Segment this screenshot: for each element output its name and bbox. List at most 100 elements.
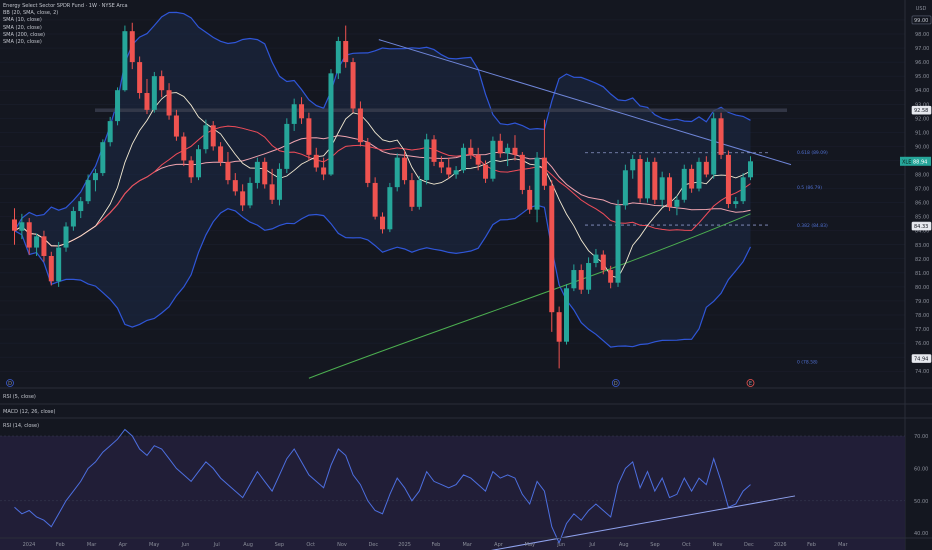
candle-body [630, 159, 636, 171]
candle-body [681, 168, 687, 200]
candle-body [247, 182, 253, 206]
time-tick-label: 2024 [23, 542, 36, 548]
price-tick-label: 81.00 [915, 271, 929, 277]
candle-body [26, 222, 32, 248]
candle-body [541, 157, 547, 186]
candle-body [711, 118, 717, 175]
candle-body [637, 159, 643, 199]
rsi14-label[interactable]: RSI (14, close) [3, 423, 39, 429]
candle-body [19, 222, 25, 231]
candle-body [424, 139, 430, 181]
candle-body [674, 199, 680, 207]
candle-body [689, 168, 695, 189]
candle-body [571, 270, 577, 289]
candle-body [137, 62, 143, 94]
candle-body [490, 140, 496, 179]
price-tick-label: 95.00 [915, 74, 929, 80]
candle-body [306, 118, 312, 155]
candle-body [402, 157, 408, 181]
candle-body [63, 226, 69, 248]
rsi5-label[interactable]: RSI (5, close) [3, 394, 36, 400]
candle-body [453, 170, 459, 175]
candle-body [534, 157, 540, 210]
time-tick-label: 2025 [398, 542, 411, 548]
time-tick-label: May [525, 542, 535, 548]
candle-body [644, 161, 650, 199]
candle-body [380, 216, 385, 230]
candle-body [497, 140, 503, 154]
time-tick-label: Apr [494, 542, 504, 548]
fib-label: 0.5 (86.79) [797, 185, 822, 191]
price-tick-label: 88.00 [915, 173, 929, 179]
dividend-event-label: D [614, 381, 618, 387]
symbol-title[interactable]: Energy Select Sector SPDR Fund · 1W · NY… [3, 3, 128, 10]
candle-body [446, 167, 452, 175]
candle-body [254, 161, 260, 183]
currency-label: USD [916, 6, 927, 12]
price-tick-label: 92.00 [915, 116, 929, 122]
price-tick-label: 78.00 [915, 313, 929, 319]
candle-body [276, 168, 282, 200]
candle-body [92, 173, 98, 181]
candle-body [232, 180, 238, 192]
candle-body [218, 146, 224, 162]
candle-body [85, 180, 91, 202]
macd-label[interactable]: MACD (12, 26, close) [3, 409, 55, 415]
time-tick-label: Jun [556, 542, 565, 548]
price-tag-label: 99.00 [914, 18, 928, 24]
candle-body [34, 236, 40, 248]
candle-body [56, 247, 62, 282]
time-tick-label: Oct [682, 542, 691, 548]
candle-body [586, 263, 592, 290]
candle-body [593, 254, 599, 264]
earnings-event-label: E [749, 381, 752, 387]
time-tick-label: Sep [275, 542, 284, 548]
price-tick-label: 96.00 [915, 60, 929, 66]
candle-body [505, 147, 511, 154]
time-tick-label: Nov [713, 542, 723, 548]
candle-body [203, 125, 209, 150]
candle-body [460, 147, 466, 171]
candle-body [431, 139, 437, 162]
legend-bb[interactable]: BB (20, SMA, close, 2) [3, 10, 128, 17]
chart-canvas[interactable]: 0.618 (89.09) 0.5 (86.79) 0.382 (84.83) 0 (… [0, 0, 932, 550]
time-tick-label: Jun [181, 542, 190, 548]
candle-body [173, 115, 179, 137]
candle-body [578, 270, 584, 290]
candle-body [299, 104, 305, 119]
candle-body [313, 154, 319, 168]
candle-body [387, 187, 393, 230]
candle-body [181, 136, 187, 161]
last-price-symbol: XLE [902, 159, 911, 165]
candle-body [549, 185, 555, 313]
candle-body [748, 161, 753, 178]
rsi-band [0, 436, 905, 550]
candle-body [409, 180, 415, 207]
time-tick-label: Nov [337, 542, 347, 548]
legend-sma200[interactable]: SMA (200, close) [3, 32, 128, 39]
candle-body [70, 211, 76, 227]
price-tick-label: 91.00 [915, 130, 929, 136]
legend-sma20b[interactable]: SMA (20, close) [3, 39, 128, 46]
price-tick-label: 87.00 [915, 187, 929, 193]
candle-body [159, 76, 165, 91]
legend-sma10[interactable]: SMA (10, close) [3, 17, 128, 24]
candle-body [78, 201, 84, 212]
candle-body [416, 180, 422, 207]
time-tick-label: May [149, 542, 159, 548]
price-tick-label: 74.00 [915, 369, 929, 375]
time-tick-label: Dec [368, 542, 378, 548]
time-tick-label: Jul [588, 542, 595, 548]
price-tick-label: 85.00 [915, 215, 929, 221]
candle-body [262, 161, 268, 185]
time-tick-label: Mar [87, 542, 97, 548]
candle-body [343, 41, 349, 63]
time-tick-label: Apr [119, 542, 129, 548]
candle-body [394, 157, 400, 188]
resistance-zone[interactable] [95, 108, 787, 112]
price-tick-label: 76.00 [915, 341, 929, 347]
fib-label: 0.382 (84.83) [797, 223, 828, 229]
price-tick-label: 83.00 [915, 243, 929, 249]
legend-sma20[interactable]: SMA (20, close) [3, 25, 128, 32]
price-tick-label: 80.00 [915, 285, 929, 291]
